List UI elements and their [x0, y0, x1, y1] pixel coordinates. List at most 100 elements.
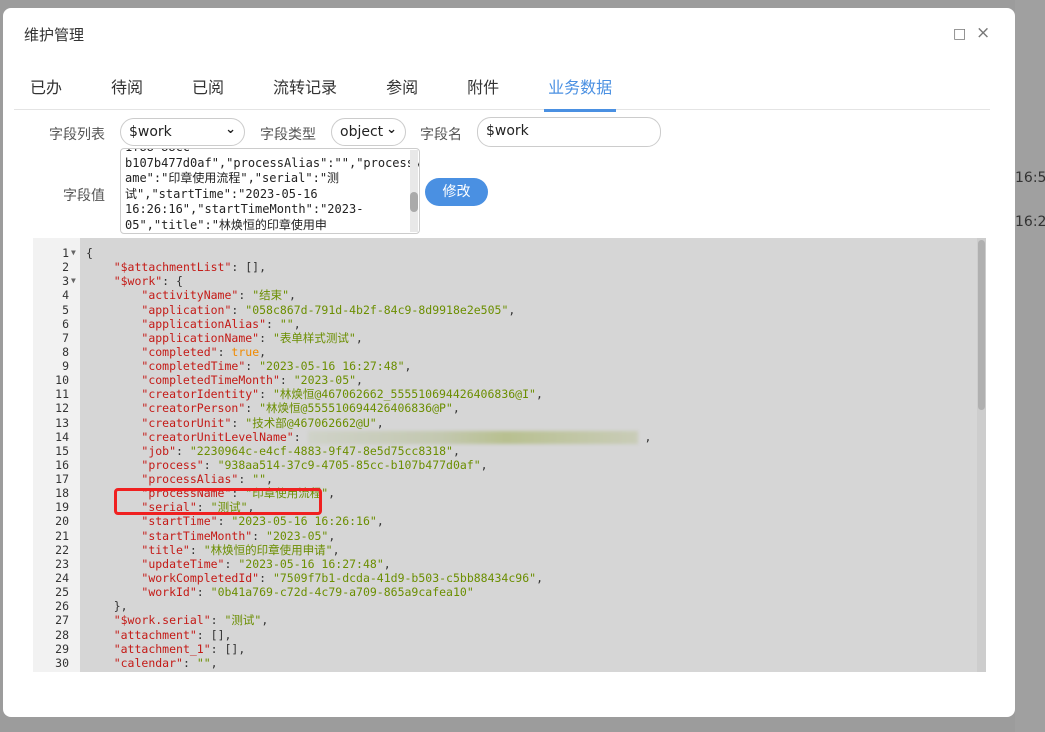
tab-3[interactable]: 流转记录	[257, 70, 353, 110]
code-text: "workCompletedId": "7509f7b1-dcda-41d9-b…	[86, 571, 543, 585]
line-number: 21	[55, 528, 69, 543]
code-text: "calendar": "",	[86, 656, 218, 670]
code-token: :	[197, 670, 211, 672]
maximize-icon[interactable]: □	[953, 26, 966, 42]
code-token: "技术部@467062662@U"	[245, 415, 377, 430]
line-number: 26	[55, 599, 69, 614]
line-number: 15	[55, 443, 69, 458]
code-token: ,	[535, 387, 543, 402]
code-token: :	[203, 457, 218, 472]
code-token: "结束"	[252, 288, 290, 303]
fold-arrow-icon[interactable]: ▼	[71, 274, 76, 288]
code-token: :	[189, 542, 204, 557]
code-token: "applicationName"	[141, 330, 260, 345]
code-text: "attachment_1": [],	[86, 641, 246, 656]
code-token: "7509f7b1-dcda-41d9-b503-c5bb88434c96"	[272, 570, 537, 585]
field-value-label: 字段值	[63, 188, 105, 204]
code-token: "workCompletedId"	[141, 570, 260, 585]
code-token: :	[245, 401, 260, 416]
code-token: "2230964c-e4cf-4883-9f47-8e5d75cc8318"	[189, 443, 453, 458]
code-token: :	[224, 556, 239, 571]
tab-2[interactable]: 已阅	[176, 70, 240, 110]
code-token: "application"	[141, 302, 232, 317]
field-value-line: b107b477d0af","processAlias":"","process…	[125, 155, 420, 170]
code-text: "title": "林焕恒的印章使用申请",	[86, 542, 339, 557]
code-text: },	[86, 599, 128, 613]
code-token: "测试"	[224, 613, 262, 628]
field-list-select[interactable]: $work ⌄	[120, 118, 245, 146]
field-value-line: 试","startTime":"2023-05-16	[125, 186, 318, 201]
line-number: 17	[55, 472, 69, 487]
tab-1[interactable]: 待阅	[95, 70, 159, 110]
code-token: true	[231, 344, 260, 359]
code-token: "calendar_1"	[114, 670, 197, 672]
code-token: "林焕恒@555510694426406836@P"	[259, 401, 453, 416]
code-token: "creatorIdentity"	[141, 387, 260, 402]
line-number: 27	[55, 613, 69, 628]
code-token: "startTimeMonth"	[141, 528, 253, 543]
tab-4[interactable]: 参阅	[370, 70, 434, 110]
code-token: "applicationAlias"	[141, 316, 267, 331]
line-number: 25	[55, 585, 69, 600]
code-token: ,	[266, 472, 273, 487]
code-token: "2023-05-16 16:27:48"	[238, 556, 384, 571]
code-token: ,	[376, 415, 384, 430]
code-token: ,	[328, 486, 336, 501]
tab-5[interactable]: 附件	[451, 70, 515, 110]
code-text: "workId": "0b41a769-c72d-4c79-a709-865a9…	[86, 585, 473, 600]
code-token: "表单样式测试"	[272, 330, 356, 345]
code-text: "application": "058c867d-791d-4b2f-84c9-…	[86, 303, 515, 317]
code-token: "2023-05-16 16:27:48"	[259, 359, 405, 374]
code-token: ,	[637, 429, 652, 444]
field-value-textarea[interactable]: 1f88-88ccb107b477d0af","processAlias":""…	[120, 148, 420, 234]
code-text: "calendar_1": ""	[86, 670, 225, 672]
field-type-value: object	[340, 124, 384, 140]
field-type-label: 字段类型	[260, 127, 316, 143]
chevron-down-icon: ⌄	[386, 122, 397, 137]
code-token: :	[210, 613, 225, 628]
textarea-scrollbar[interactable]	[410, 150, 418, 232]
close-icon[interactable]: ×	[976, 23, 990, 43]
code-text: "activityName": "结束",	[86, 288, 296, 302]
code-text: "startTime": "2023-05-16 16:26:16",	[86, 514, 383, 529]
tab-0[interactable]: 已办	[14, 70, 78, 110]
code-token: "workId"	[141, 585, 197, 600]
code-token: "creatorUnitLevelName"	[141, 429, 294, 444]
code-token: ,	[289, 288, 296, 303]
editor-scrollbar[interactable]	[977, 238, 986, 672]
json-editor[interactable]: 1 ▼{2 "$attachmentList": [], 3 ▼ "$work": {…	[33, 238, 986, 672]
code-token: :	[217, 514, 232, 529]
field-name-label: 字段名	[420, 127, 462, 143]
code-token: "attachment_1"	[113, 641, 211, 656]
field-value-line: 1f88-88cc	[125, 149, 405, 156]
code-token: : [],	[196, 627, 232, 642]
fold-arrow-icon[interactable]: ▼	[71, 246, 76, 260]
line-number: 30	[55, 655, 69, 670]
modify-button[interactable]: 修改	[425, 178, 488, 206]
line-number: 12	[55, 401, 69, 416]
field-name-input[interactable]: $work	[477, 117, 661, 147]
code-text: "creatorUnit": "技术部@467062662@U",	[86, 415, 384, 430]
code-token: "startTime"	[141, 514, 218, 529]
redacted-value	[307, 430, 638, 444]
code-text: "completedTime": "2023-05-16 16:27:48",	[86, 359, 411, 373]
tab-6[interactable]: 业务数据	[532, 70, 628, 112]
code-text: "creatorPerson": "林焕恒@555510694426406836…	[86, 401, 459, 416]
code-text: "completedTimeMonth": "2023-05",	[86, 373, 363, 387]
field-type-select[interactable]: object ⌄	[331, 118, 406, 146]
code-token: : {	[162, 274, 183, 289]
code-token: ,	[259, 344, 267, 359]
